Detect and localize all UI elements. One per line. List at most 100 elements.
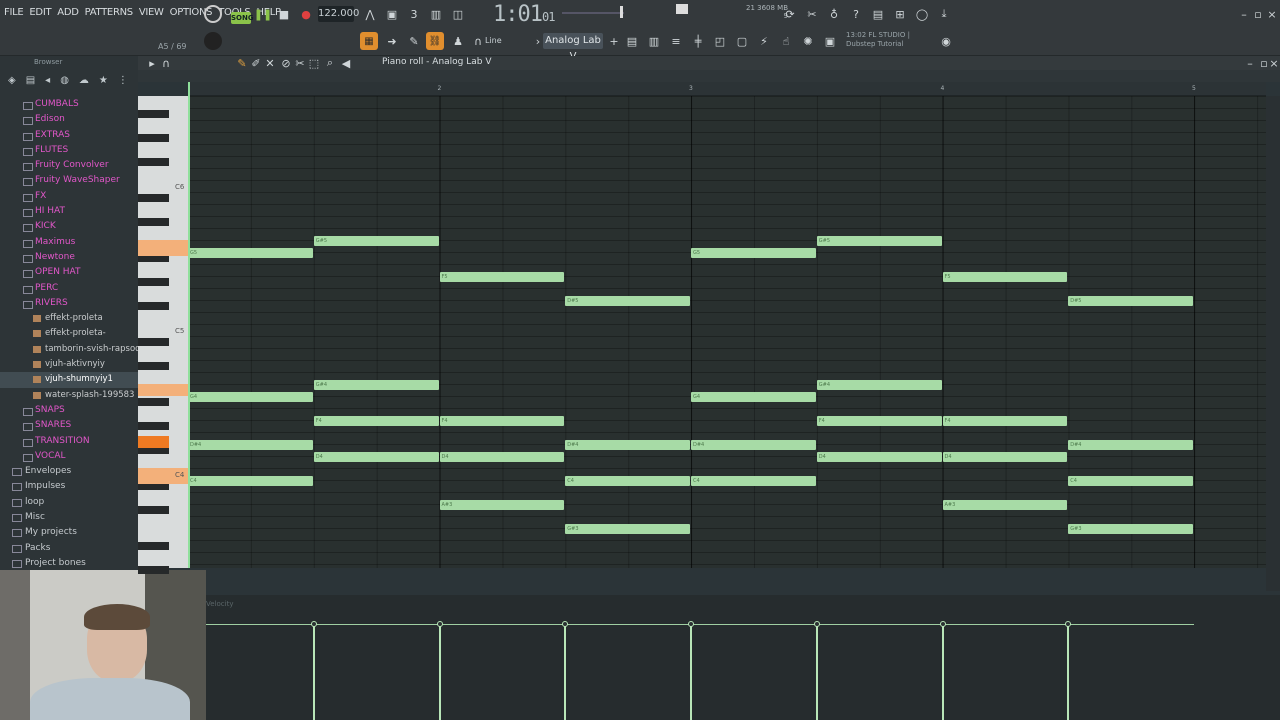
browser-item[interactable]: Impulses (0, 479, 138, 494)
black-key[interactable] (138, 194, 169, 202)
mixer-view-icon[interactable]: ≡ (668, 33, 684, 49)
browser-item[interactable]: Misc (0, 510, 138, 525)
add-pattern-icon[interactable]: + (606, 33, 622, 49)
note[interactable]: G#4 (816, 380, 942, 391)
browser-item[interactable]: Fruity Convolver (0, 158, 138, 173)
note[interactable]: G#4 (313, 380, 439, 391)
browser-item[interactable]: OPEN HAT (0, 265, 138, 280)
master-volume-handle[interactable] (620, 6, 623, 18)
note[interactable]: D#5 (1068, 296, 1193, 307)
draw-icon[interactable]: ✎ (406, 33, 422, 49)
note[interactable]: C4 (691, 476, 816, 487)
zoom-tool-icon[interactable]: ⌕ (322, 55, 338, 71)
note[interactable]: F4 (942, 416, 1068, 427)
black-key[interactable] (138, 218, 169, 226)
master-volume-track[interactable] (562, 12, 624, 14)
help-icon[interactable]: ? (848, 6, 864, 22)
black-key[interactable] (138, 422, 169, 430)
note[interactable]: G#3 (565, 524, 690, 535)
note[interactable]: D4 (313, 452, 439, 463)
menu-view[interactable]: VIEW (139, 7, 164, 18)
menu-edit[interactable]: EDIT (29, 7, 51, 18)
note-grid[interactable] (188, 96, 1266, 568)
browser-item[interactable]: vjuh-shumnyiy1 (0, 372, 138, 388)
velocity-stem[interactable] (1067, 624, 1070, 720)
plug-icon[interactable]: ⚡ (756, 33, 772, 49)
browser-item[interactable]: RIVERS (0, 296, 138, 311)
record-icon[interactable]: ● (298, 6, 314, 22)
browser-item[interactable]: My projects (0, 525, 138, 540)
velocity-handle[interactable] (436, 621, 443, 627)
velocity-handle[interactable] (939, 621, 946, 627)
stop-icon[interactable]: ■ (276, 6, 292, 22)
black-key[interactable] (138, 566, 169, 574)
playlist-icon[interactable]: ▤ (624, 33, 640, 49)
black-key[interactable] (138, 110, 169, 118)
velocity-stem[interactable] (690, 624, 692, 720)
note[interactable]: F4 (439, 416, 565, 427)
note[interactable]: D4 (942, 452, 1068, 463)
browser-item[interactable]: loop (0, 495, 138, 510)
note[interactable]: A#3 (942, 500, 1068, 511)
browser-item[interactable]: SNARES (0, 418, 138, 433)
stamp-icon[interactable]: ♟ (450, 33, 466, 49)
note[interactable]: G5 (691, 248, 816, 259)
highlighted-key[interactable] (138, 240, 188, 256)
countdown-icon[interactable]: 3 (406, 6, 422, 22)
step-edit-icon[interactable]: ▥ (428, 6, 444, 22)
arrow-right-icon[interactable]: ➜ (384, 33, 400, 49)
note[interactable]: D#4 (188, 440, 313, 451)
note[interactable]: G#5 (816, 236, 942, 247)
touch-icon[interactable]: ☝ (778, 33, 794, 49)
note[interactable]: C4 (565, 476, 690, 487)
timeline-ruler[interactable] (188, 82, 1266, 96)
velocity-lane[interactable] (206, 595, 1280, 720)
browser-item[interactable]: tamborin-svish-rapsodiz (0, 342, 138, 357)
browser-item[interactable]: EXTRAS (0, 128, 138, 143)
note[interactable]: D#4 (1068, 440, 1193, 451)
note[interactable]: C4 (188, 476, 313, 487)
browser-item[interactable]: Envelopes (0, 464, 138, 479)
loop-record-icon[interactable]: ◫ (450, 6, 466, 22)
delete-tool-icon[interactable]: ✕ (262, 55, 278, 71)
browser-item[interactable]: water-splash-199583 (0, 388, 138, 403)
link-icon[interactable]: ⛓ (426, 32, 444, 50)
cut-icon[interactable]: ✂ (804, 6, 820, 22)
piano-roll-icon[interactable]: ▦ (360, 32, 378, 50)
browser-item[interactable]: effekt-proleta- (0, 326, 138, 341)
velocity-stem[interactable] (438, 624, 441, 720)
playhead[interactable] (188, 82, 190, 568)
pattern-song-toggle-icon[interactable] (204, 5, 222, 23)
menu-file[interactable]: FILE (4, 7, 24, 18)
black-key[interactable] (138, 134, 169, 142)
shop-icon[interactable]: ▣ (822, 33, 838, 49)
chat-icon[interactable]: ◯ (914, 6, 930, 22)
snap-selector[interactable]: Line (485, 36, 502, 45)
browser-back-icon[interactable]: ◂ (45, 75, 50, 94)
velocity-stem[interactable] (815, 624, 818, 720)
note[interactable]: D4 (439, 452, 565, 463)
velocity-handle[interactable] (813, 621, 820, 627)
browser-item[interactable]: SNAPS (0, 403, 138, 418)
note[interactable]: F4 (313, 416, 439, 427)
browser-item[interactable]: FX (0, 189, 138, 204)
cloud-icon[interactable]: ☁ (79, 75, 89, 94)
tempo-display[interactable]: 122.000 (318, 6, 359, 22)
browser-item[interactable]: VOCAL (0, 449, 138, 464)
highlighted-black-key[interactable] (138, 436, 169, 448)
browser-item[interactable]: HI HAT (0, 204, 138, 219)
menu-add[interactable]: ADD (57, 7, 79, 18)
browser-item[interactable]: Packs (0, 541, 138, 556)
magnet-snap-icon[interactable]: ∩ (158, 55, 174, 71)
browser-item[interactable]: vjuh-aktivnyiy (0, 357, 138, 372)
piano-roll-scrollbar-top[interactable] (138, 70, 1280, 82)
magnet-icon[interactable]: ∩ (470, 33, 486, 49)
highlighted-key[interactable] (138, 384, 188, 396)
browser-toggle-icon[interactable]: ▢ (734, 33, 750, 49)
browser-options-icon[interactable]: ◈ (8, 75, 16, 94)
velocity-handle[interactable] (310, 621, 317, 627)
note[interactable]: D#4 (691, 440, 816, 451)
pause-icon[interactable]: ❚❚ (254, 6, 272, 22)
note[interactable]: A#3 (439, 500, 565, 511)
note[interactable]: G4 (188, 392, 313, 403)
